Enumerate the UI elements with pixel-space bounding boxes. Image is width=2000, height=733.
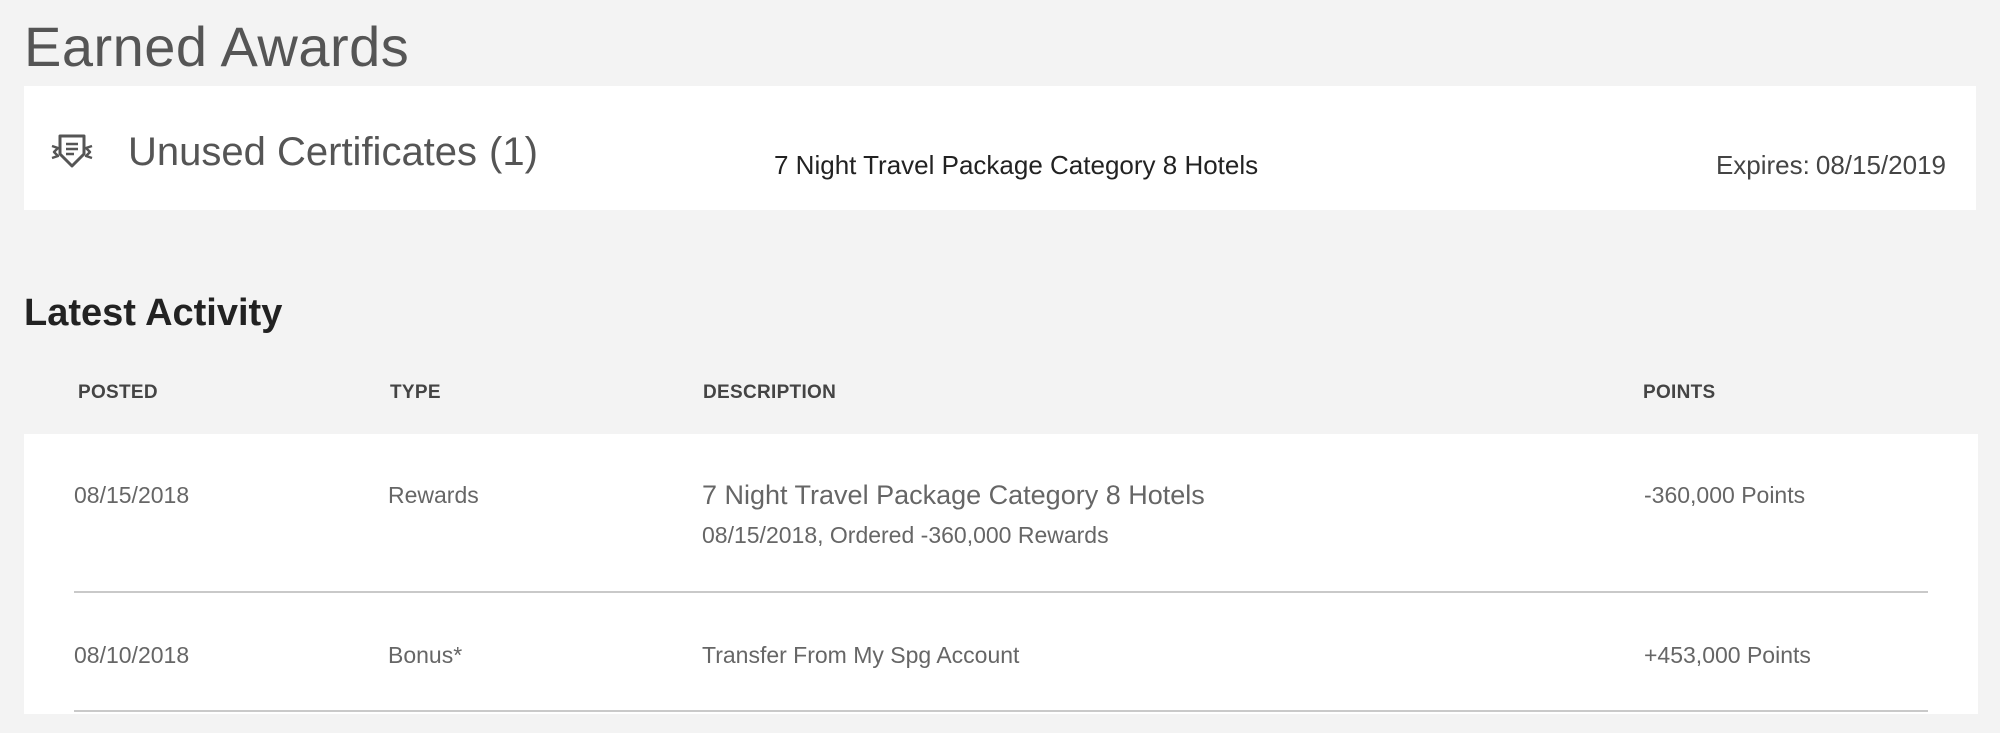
expires-label: Expires: [1715, 150, 1810, 180]
unused-certificates-count: (1) [489, 130, 538, 174]
activity-description: Transfer From My Spg Account [702, 642, 1020, 668]
column-header-type: TYPE [390, 382, 441, 403]
activity-description: 7 Night Travel Package Category 8 Hotels [702, 480, 1205, 510]
activity-table: 08/15/2018 Rewards 7 Night Travel Packag… [24, 434, 1978, 714]
table-row: 08/15/2018 Rewards 7 Night Travel Packag… [24, 434, 1978, 592]
page: Earned Awards Unused Certificates (1) 7 N… [0, 0, 2000, 733]
latest-activity-title: Latest Activity [24, 292, 283, 334]
expires-date: 08/15/2019 [1815, 150, 1946, 180]
activity-type: Rewards [388, 482, 479, 508]
unused-certificates-heading: Unused Certificates (1) [128, 130, 538, 175]
certificate-badge-icon [50, 132, 94, 172]
column-header-points: POINTS [1643, 382, 1716, 403]
row-divider [74, 710, 1928, 712]
unused-certificates-card[interactable]: Unused Certificates (1) 7 Night Travel Pa… [24, 86, 1976, 210]
certificate-expiration: Expires: 08/15/2019 [1716, 150, 1946, 181]
table-row: 08/10/2018 Bonus* Transfer From My Spg A… [24, 592, 1978, 712]
earned-awards-title: Earned Awards [24, 15, 410, 78]
activity-points: -360,000 Points [1644, 482, 1806, 508]
certificate-name: 7 Night Travel Package Category 8 Hotels [774, 150, 1259, 180]
activity-type: Bonus* [388, 642, 463, 668]
unused-certificates-label: Unused Certificates [128, 130, 478, 174]
posted-date: 08/15/2018 [74, 482, 190, 508]
activity-detail: 08/15/2018, Ordered -360,000 Rewards [702, 522, 1109, 548]
column-header-posted: POSTED [78, 382, 158, 403]
posted-date: 08/10/2018 [74, 642, 190, 668]
activity-points: +453,000 Points [1644, 642, 1811, 668]
column-header-description: DESCRIPTION [703, 382, 837, 403]
